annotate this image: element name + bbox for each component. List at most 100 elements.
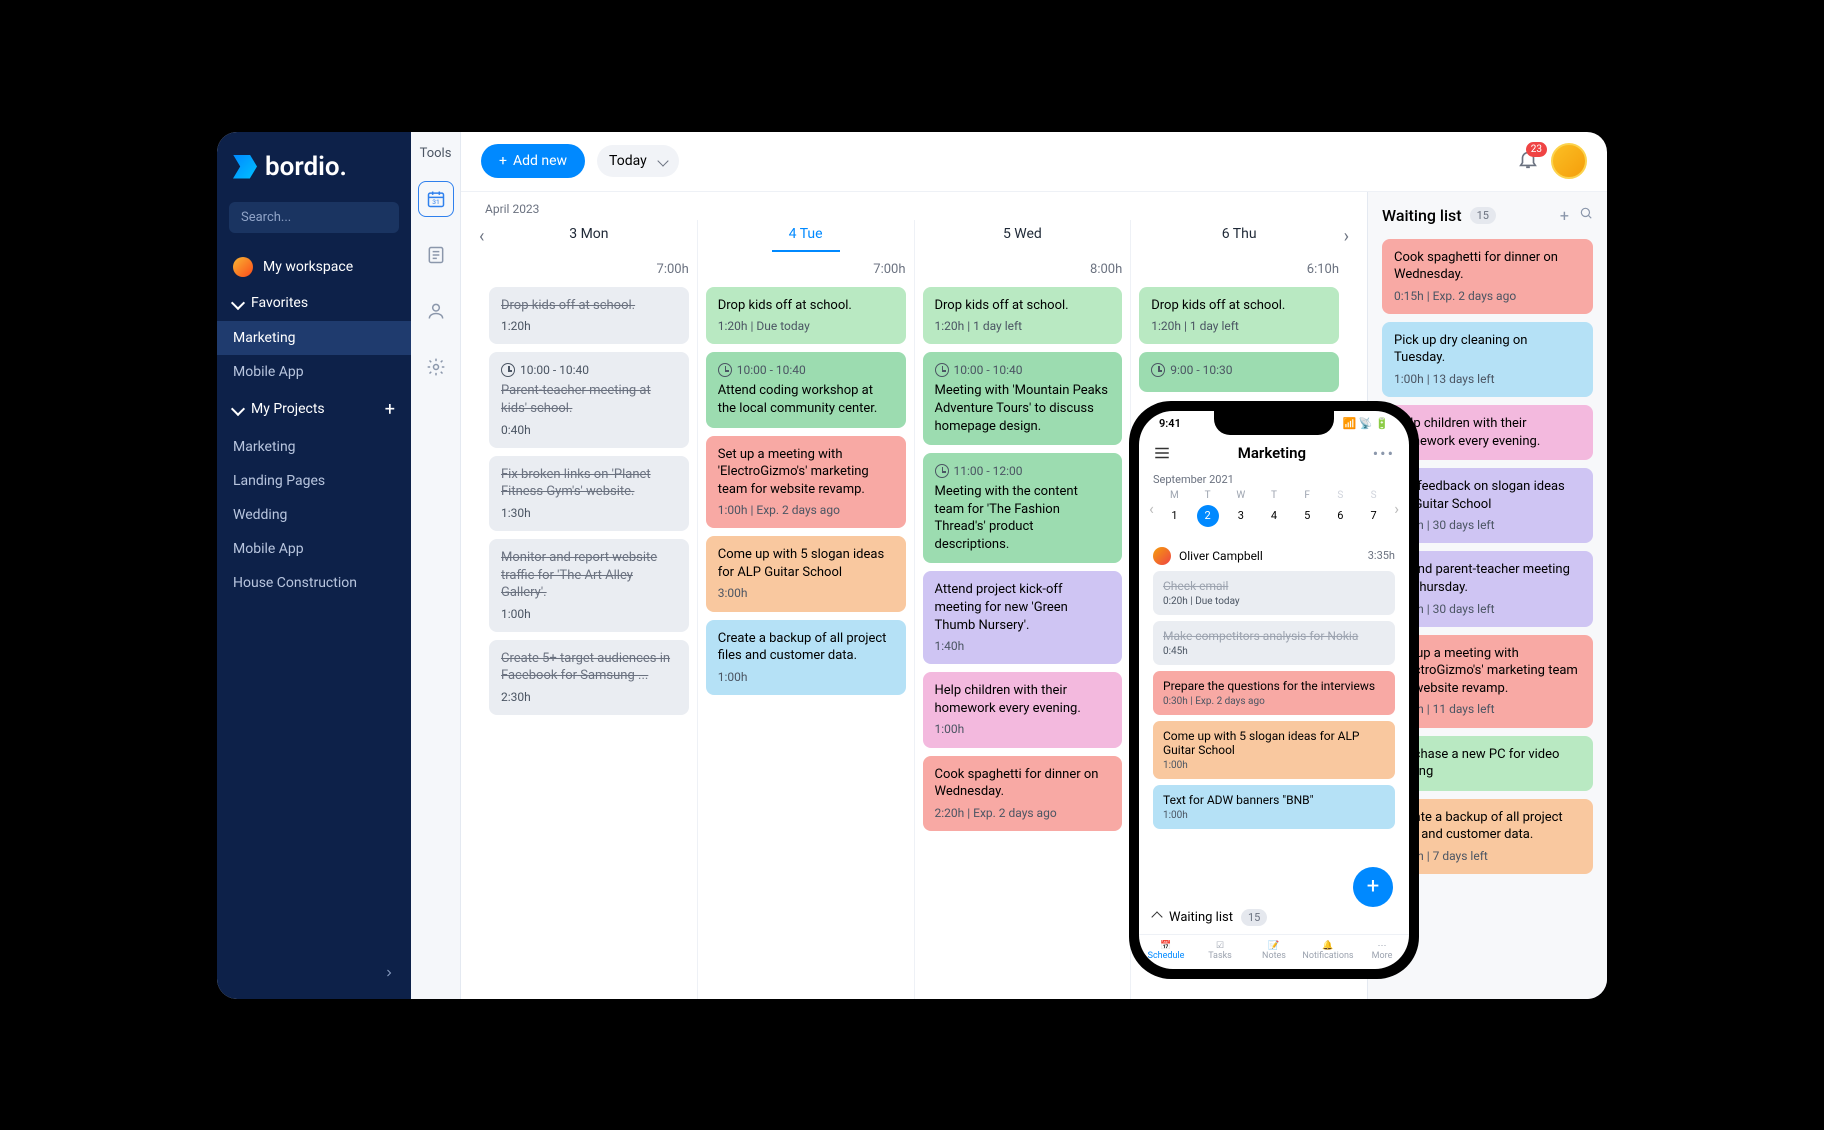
- phone-day[interactable]: T2: [1197, 490, 1219, 527]
- nav-label: Tasks: [1193, 951, 1247, 961]
- notifications-button[interactable]: 23: [1517, 148, 1539, 174]
- task-card[interactable]: Drop kids off at school. 1:20h | 1 day le…: [1139, 287, 1339, 345]
- task-card[interactable]: Come up with 5 slogan ideas for ALP Guit…: [706, 536, 906, 611]
- sidebar-item-marketing[interactable]: Marketing: [217, 321, 411, 355]
- today-label: Today: [609, 153, 647, 169]
- card-meta: 1:40h: [935, 638, 1111, 654]
- task-card[interactable]: Attend project kick-off meeting for new …: [923, 571, 1123, 664]
- waiting-card[interactable]: Cook spaghetti for dinner on Wednesday.0…: [1382, 239, 1593, 314]
- phone-day[interactable]: W3: [1230, 490, 1252, 527]
- task-card[interactable]: Help children with their homework every …: [923, 672, 1123, 747]
- notes-tool-icon[interactable]: [418, 237, 454, 273]
- waiting-card[interactable]: Pick up dry cleaning on Tuesday.1:00h | …: [1382, 322, 1593, 397]
- people-tool-icon[interactable]: [418, 293, 454, 329]
- sidebar-item-mobile-app[interactable]: Mobile App: [217, 355, 411, 389]
- card-meta: 1:00h: [718, 669, 894, 685]
- card-title: Set up a meeting with 'ElectroGizmo's' m…: [1394, 645, 1581, 698]
- logo[interactable]: bordio.: [217, 132, 411, 202]
- phone-task-card[interactable]: Prepare the questions for the interviews…: [1153, 671, 1395, 715]
- task-card[interactable]: 10:00 - 10:40Meeting with 'Mountain Peak…: [923, 352, 1123, 445]
- phone-day[interactable]: M1: [1163, 490, 1185, 527]
- card-meta: 2:30h: [501, 689, 677, 705]
- phone-nav-notes[interactable]: 📝Notes: [1247, 935, 1301, 969]
- phone-nav-schedule[interactable]: 📅Schedule: [1139, 935, 1193, 969]
- task-card[interactable]: 10:00 - 10:40Parent-teacher meeting at k…: [489, 352, 689, 447]
- task-card[interactable]: Create a backup of all project files and…: [706, 620, 906, 695]
- card-meta: 1:00h: [1163, 760, 1385, 771]
- task-card[interactable]: 11:00 - 12:00Meeting with the content te…: [923, 453, 1123, 563]
- favorites-label: Favorites: [251, 295, 308, 311]
- task-card[interactable]: Fix broken links on 'Planet Fitness Gym'…: [489, 456, 689, 531]
- phone-day[interactable]: T4: [1263, 490, 1285, 527]
- phone-add-button[interactable]: +: [1353, 867, 1393, 907]
- task-card[interactable]: Monitor and report website traffic for '…: [489, 539, 689, 632]
- phone-task-card[interactable]: Text for ADW banners "BNB"1:00h: [1153, 785, 1395, 829]
- day-header[interactable]: 5 Wed: [915, 220, 1132, 252]
- search-input[interactable]: [241, 210, 407, 225]
- phone-user-name: Oliver Campbell: [1179, 549, 1360, 563]
- card-meta: 1:00h | 11 days left: [1394, 701, 1581, 717]
- card-meta: 0:20h | Due today: [1163, 596, 1385, 607]
- card-meta: 1:00h: [1163, 810, 1385, 821]
- day-header[interactable]: 3 Mon: [481, 220, 698, 252]
- card-title: Drop kids off at school.: [1151, 297, 1327, 315]
- phone-prev-week[interactable]: ‹: [1145, 499, 1158, 518]
- sidebar-item-marketing[interactable]: Marketing: [217, 430, 411, 464]
- task-card[interactable]: Create 5+ target audiences in Facebook f…: [489, 640, 689, 715]
- phone-task-card[interactable]: Make competitors analysis for Nokia0:45h: [1153, 621, 1395, 665]
- day-header[interactable]: 4 Tue: [698, 220, 915, 252]
- phone-nav-notifications[interactable]: 🔔Notifications: [1301, 935, 1355, 969]
- sidebar-item-house-construction[interactable]: House Construction: [217, 566, 411, 600]
- phone-menu-icon[interactable]: [1153, 444, 1171, 462]
- phone-title: Marketing: [1238, 444, 1306, 462]
- sidebar-item-mobile-app[interactable]: Mobile App: [217, 532, 411, 566]
- nav-icon: ☑: [1193, 941, 1247, 951]
- phone-nav-more[interactable]: ⋯More: [1355, 935, 1409, 969]
- day-header[interactable]: 6 Thu: [1131, 220, 1347, 252]
- phone-day[interactable]: S7: [1363, 490, 1385, 527]
- task-card[interactable]: Cook spaghetti for dinner on Wednesday.2…: [923, 756, 1123, 831]
- logo-icon: [233, 155, 257, 179]
- task-card[interactable]: 10:00 - 10:40Attend coding workshop at t…: [706, 352, 906, 427]
- card-title: Help children with their homework every …: [1394, 415, 1581, 450]
- task-card[interactable]: Drop kids off at school.1:20h: [489, 287, 689, 345]
- search-box[interactable]: [229, 202, 399, 233]
- card-title: Get feedback on slogan ideas for Guitar …: [1394, 478, 1581, 513]
- calendar-tool-icon[interactable]: 31: [418, 181, 454, 217]
- projects-header[interactable]: My Projects +: [217, 389, 411, 430]
- phone-more-icon[interactable]: •••: [1373, 444, 1395, 463]
- search-waiting-icon[interactable]: [1579, 206, 1593, 220]
- user-avatar[interactable]: [1551, 143, 1587, 179]
- collapse-sidebar[interactable]: [217, 948, 411, 999]
- card-meta: 0:15h | Exp. 2 days ago: [1394, 288, 1581, 304]
- settings-tool-icon[interactable]: [418, 349, 454, 385]
- phone-task-card[interactable]: Come up with 5 slogan ideas for ALP Guit…: [1153, 721, 1395, 779]
- phone-task-card[interactable]: Check email0:20h | Due today: [1153, 571, 1395, 615]
- favorites-header[interactable]: Favorites: [217, 285, 411, 321]
- add-new-label: Add new: [513, 153, 567, 169]
- sidebar-item-wedding[interactable]: Wedding: [217, 498, 411, 532]
- task-card[interactable]: 9:00 - 10:30: [1139, 352, 1339, 392]
- add-project-icon[interactable]: +: [385, 399, 395, 420]
- card-title: Fix broken links on 'Planet Fitness Gym'…: [501, 466, 677, 501]
- phone-next-week[interactable]: ›: [1390, 499, 1403, 518]
- card-title: Attend parent-teacher meeting on Thursda…: [1394, 561, 1581, 596]
- phone-nav-tasks[interactable]: ☑Tasks: [1193, 935, 1247, 969]
- day-total-hours: 6:10h: [1139, 262, 1339, 277]
- card-meta: 1:20h | Due today: [718, 318, 894, 334]
- sidebar-item-landing-pages[interactable]: Landing Pages: [217, 464, 411, 498]
- day-total-hours: 8:00h: [923, 262, 1123, 277]
- add-waiting-icon[interactable]: +: [1560, 206, 1569, 225]
- task-card[interactable]: Set up a meeting with 'ElectroGizmo's' m…: [706, 436, 906, 529]
- card-meta: 1:20h | 1 day left: [1151, 318, 1327, 334]
- day-total-hours: 7:00h: [706, 262, 906, 277]
- card-title: Attend project kick-off meeting for new …: [935, 581, 1111, 634]
- task-card[interactable]: Drop kids off at school.1:20h | 1 day le…: [923, 287, 1123, 345]
- workspace-item[interactable]: My workspace: [217, 249, 411, 285]
- task-card[interactable]: Drop kids off at school.1:20h | Due toda…: [706, 287, 906, 345]
- add-new-button[interactable]: + Add new: [481, 144, 585, 178]
- phone-day[interactable]: S6: [1329, 490, 1351, 527]
- today-button[interactable]: Today: [597, 145, 679, 177]
- phone-day[interactable]: F5: [1296, 490, 1318, 527]
- card-time: 10:00 - 10:40: [520, 362, 589, 378]
